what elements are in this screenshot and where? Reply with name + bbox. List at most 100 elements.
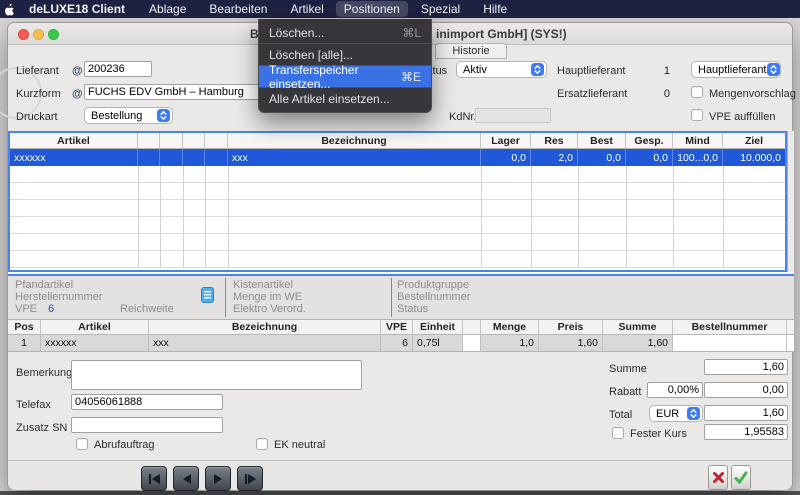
col-mind[interactable]: Mind <box>673 133 723 149</box>
shortcut-label: ⌘E <box>401 70 421 84</box>
kurzform-label: Kurzform <box>16 88 61 100</box>
close-window-button[interactable] <box>18 29 29 40</box>
at-icon[interactable]: @ <box>72 65 83 77</box>
cell-res: 2,0 <box>531 149 578 166</box>
stepper-icon <box>767 63 780 76</box>
ek-neutral-label: EK neutral <box>274 439 325 451</box>
menubar-item-artikel[interactable]: Artikel <box>282 1 331 17</box>
kdnr-input[interactable] <box>475 108 551 123</box>
zusatz-sn-input[interactable] <box>71 417 223 433</box>
kurzform-input[interactable] <box>84 84 275 100</box>
bestellnummer-label: Bestellnummer <box>397 291 470 303</box>
menubar-item-hilfe[interactable]: Hilfe <box>475 1 515 17</box>
minimize-window-button[interactable] <box>33 29 44 40</box>
currency-select[interactable]: EUR <box>649 405 703 422</box>
at-icon[interactable]: @ <box>72 88 83 100</box>
col-summe[interactable]: Summe <box>603 319 673 335</box>
apple-menu-icon[interactable] <box>4 3 15 16</box>
kurs-field[interactable] <box>704 424 788 440</box>
abrufauftrag-checkbox[interactable] <box>76 438 88 450</box>
col-menge[interactable]: Menge <box>481 319 539 335</box>
ek-neutral-checkbox[interactable] <box>256 438 268 450</box>
cell-bezeichnung: xxx <box>149 335 381 352</box>
previous-record-icon <box>180 473 193 485</box>
col-artikel[interactable]: Artikel <box>41 319 149 335</box>
stock-table[interactable]: Artikel Bezeichnung Lager Res Best Gesp.… <box>8 131 787 272</box>
menu-item-alle-artikel-einsetzen[interactable]: Alle Artikel einsetzen... <box>259 88 431 109</box>
cancel-button[interactable] <box>708 465 728 490</box>
stepper-icon <box>157 109 170 122</box>
bemerkung-textarea[interactable] <box>71 360 362 390</box>
cancel-x-icon <box>712 471 725 484</box>
zoom-window-button[interactable] <box>48 29 59 40</box>
cell-mind: 100...0,0 <box>673 149 723 166</box>
fester-kurs-checkbox[interactable] <box>612 427 624 439</box>
rabatt-percent-field[interactable] <box>647 382 703 398</box>
shortcut-label: ⌘L <box>402 26 421 40</box>
rabatt-value-field[interactable] <box>704 382 788 398</box>
col-best[interactable]: Best <box>578 133 626 149</box>
status-select[interactable]: Aktiv <box>456 61 547 78</box>
lieferant-input[interactable] <box>84 61 152 77</box>
summe-label: Summe <box>609 363 647 375</box>
col-artikel[interactable]: Artikel <box>10 133 138 149</box>
menubar-item-ablage[interactable]: Ablage <box>141 1 194 17</box>
position-table-row[interactable]: 1 xxxxxx xxx 6 0,75l 1,0 1,60 1,60 <box>8 335 794 352</box>
elektro-verord-label: Elektro Verord. <box>233 303 306 315</box>
hauptlieferant-label: Hauptlieferant <box>557 65 626 77</box>
menubar-item-spezial[interactable]: Spezial <box>413 1 468 17</box>
col-lager[interactable]: Lager <box>481 133 531 149</box>
cell-vpe: 6 <box>381 335 413 352</box>
vpe-auffuellen-checkbox[interactable] <box>691 109 703 121</box>
last-record-button[interactable] <box>237 466 263 491</box>
col-gesp[interactable]: Gesp. <box>626 133 673 149</box>
next-record-button[interactable] <box>205 466 231 491</box>
confirm-button[interactable] <box>731 465 751 490</box>
cell-summe: 1,60 <box>603 335 673 352</box>
lieferant-label: Lieferant <box>16 65 59 77</box>
telefax-input[interactable] <box>71 394 223 410</box>
col-bezeichnung[interactable]: Bezeichnung <box>149 319 381 335</box>
first-record-icon <box>148 473 161 485</box>
total-field[interactable] <box>704 405 788 421</box>
zusatz-sn-label: Zusatz SN <box>16 422 67 434</box>
previous-record-button[interactable] <box>173 466 199 491</box>
stock-table-scrollbar[interactable] <box>787 131 794 272</box>
col-pos[interactable]: Pos <box>8 319 41 335</box>
status-info-label: Status <box>397 303 428 315</box>
col-vpe[interactable]: VPE <box>381 319 413 335</box>
telefax-label: Telefax <box>16 399 51 411</box>
menubar-item-bearbeiten[interactable]: Bearbeiten <box>201 1 275 17</box>
notes-list-icon[interactable] <box>201 287 214 308</box>
col-res[interactable]: Res <box>531 133 578 149</box>
stock-table-selected-row[interactable]: xxxxxx xxx 0,0 2,0 0,0 0,0 100...0,0 10.… <box>10 149 785 166</box>
menu-item-transferspeicher-einsetzen[interactable]: Transferspeicher einsetzen... ⌘E <box>259 66 431 87</box>
stock-table-empty-rows[interactable] <box>10 166 785 268</box>
pfandartikel-label: Pfandartikel <box>15 279 73 291</box>
menubar-app-name[interactable]: deLUXE18 Client <box>21 1 133 17</box>
first-record-button[interactable] <box>141 466 167 491</box>
cell-einheit: 0,75l <box>413 335 463 352</box>
druckart-select[interactable]: Bestellung <box>84 107 173 124</box>
panel-divider <box>225 278 226 317</box>
vpe-label: VPE <box>15 303 37 315</box>
menge-im-we-label: Menge im WE <box>233 291 302 303</box>
kistenartikel-label: Kistenartikel <box>233 279 293 291</box>
produktgruppe-label: Produktgruppe <box>397 279 469 291</box>
confirm-check-icon <box>734 471 748 484</box>
menu-item-loeschen[interactable]: Löschen... ⌘L <box>259 22 431 43</box>
menubar-item-positionen[interactable]: Positionen <box>336 1 408 17</box>
col-preis[interactable]: Preis <box>539 319 603 335</box>
cell-menge: 1,0 <box>481 335 539 352</box>
mengenvorschlag-checkbox[interactable] <box>691 86 703 98</box>
col-bezeichnung[interactable]: Bezeichnung <box>228 133 481 149</box>
bemerkung-label: Bemerkung <box>16 367 72 379</box>
col-einheit[interactable]: Einheit <box>413 319 463 335</box>
summe-field[interactable] <box>704 359 788 375</box>
fester-kurs-label: Fester Kurs <box>630 428 687 440</box>
tab-historie[interactable]: Historie <box>435 43 507 59</box>
col-bestellnummer[interactable]: Bestellnummer <box>673 319 787 335</box>
position-table[interactable]: Pos Artikel Bezeichnung VPE Einheit Meng… <box>8 319 794 352</box>
lieferant-typ-select[interactable]: Hauptlieferant <box>691 61 781 78</box>
col-ziel[interactable]: Ziel <box>723 133 785 149</box>
